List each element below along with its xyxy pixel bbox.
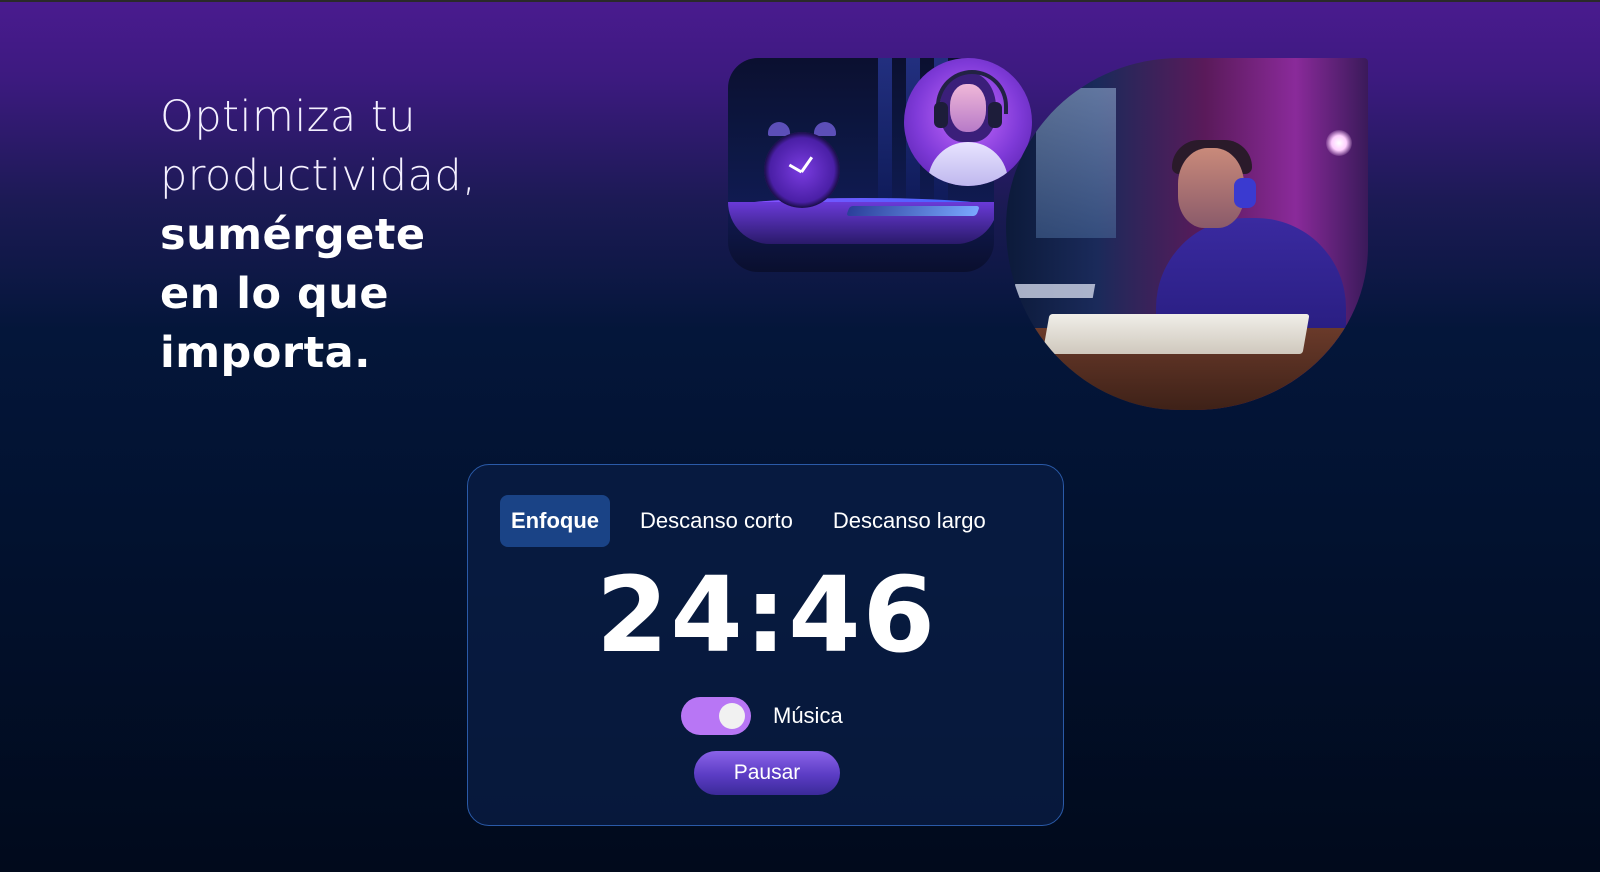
woman-headphones-image bbox=[904, 58, 1032, 186]
tab-enfoque[interactable]: Enfoque bbox=[500, 495, 610, 547]
hero-headline: Optimiza tu productividad, sumérgete en … bbox=[160, 88, 580, 383]
hero-line-4: en lo que bbox=[160, 269, 390, 319]
pomodoro-timer-card: Enfoque Descanso corto Descanso largo 24… bbox=[467, 464, 1064, 826]
hero-line-1: Optimiza tu bbox=[160, 92, 416, 142]
tab-descanso-corto[interactable]: Descanso corto bbox=[630, 495, 803, 547]
hero-line-3: sumérgete bbox=[160, 210, 426, 260]
pause-button[interactable]: Pausar bbox=[694, 751, 840, 795]
top-border bbox=[0, 0, 1600, 2]
tab-descanso-largo[interactable]: Descanso largo bbox=[823, 495, 996, 547]
student-studying-image bbox=[1006, 58, 1368, 410]
music-toggle[interactable] bbox=[681, 697, 751, 735]
timer-display: 24:46 bbox=[595, 554, 938, 676]
hero-line-5: importa. bbox=[160, 328, 371, 378]
music-control: Música bbox=[681, 697, 843, 735]
timer-mode-tabs: Enfoque Descanso corto Descanso largo bbox=[500, 495, 1016, 547]
hero-line-2: productividad, bbox=[160, 151, 477, 201]
toggle-knob bbox=[719, 703, 745, 729]
music-label: Música bbox=[773, 703, 843, 728]
